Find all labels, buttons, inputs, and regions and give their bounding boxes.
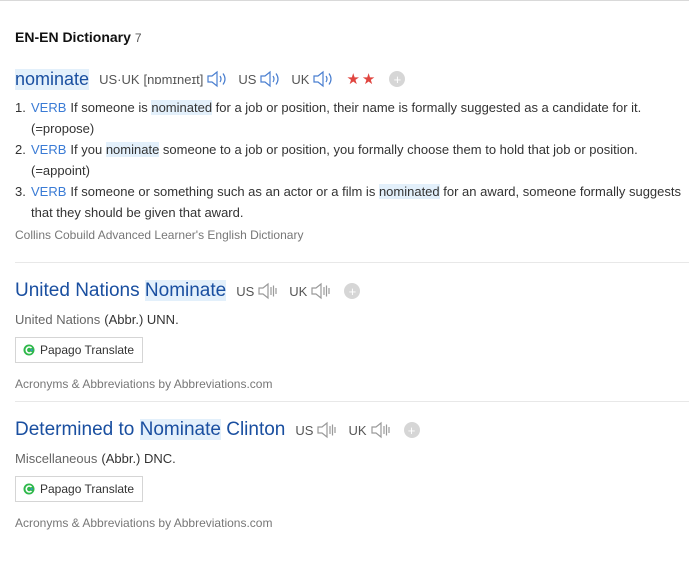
- pos-tag[interactable]: VERB: [31, 142, 66, 157]
- us-speaker-icon[interactable]: [316, 421, 338, 439]
- uk-label: UK: [348, 422, 367, 438]
- abbreviation-text: (Abbr.) DNC.: [101, 451, 176, 466]
- definition-item: 3. VERB If someone or something such as a…: [15, 184, 681, 220]
- divider: [15, 262, 689, 263]
- result-count: 7: [134, 31, 142, 45]
- add-to-wordbook-button[interactable]: +: [403, 422, 420, 438]
- uk-label: UK: [289, 283, 308, 299]
- uk-speaker-icon[interactable]: [370, 421, 392, 439]
- entry-title[interactable]: Determined to Nominate Clinton: [15, 419, 285, 441]
- abbreviation-line: United Nations (Abbr.) UNN.: [15, 312, 689, 327]
- uk-speaker-icon[interactable]: [310, 282, 332, 300]
- us-label: US: [295, 422, 314, 438]
- us-speaker-icon[interactable]: [257, 282, 279, 300]
- divider: [15, 401, 689, 402]
- us-speaker-icon[interactable]: [259, 70, 281, 88]
- definition-list: 1. VERB If someone is nominated for a job…: [15, 97, 689, 223]
- papago-icon: [23, 483, 35, 495]
- uk-label: UK: [291, 71, 310, 87]
- source-attribution: Acronyms & Abbreviations by Abbreviation…: [15, 377, 273, 391]
- pronunciation-label: US·UK: [99, 71, 140, 87]
- entry-determined-to-nominate-clinton: Determined to Nominate Clinton US UK + M…: [15, 417, 689, 530]
- pronunciation-text: [nɒmɪneɪt]: [143, 71, 204, 87]
- highlighted-term: Nominate: [139, 419, 221, 440]
- papago-translate-button[interactable]: Papago Translate: [15, 476, 144, 502]
- uk-speaker-icon[interactable]: [312, 70, 334, 88]
- highlighted-term: nominate: [105, 142, 160, 157]
- speaker-icon[interactable]: [206, 70, 228, 88]
- papago-icon: [23, 344, 35, 356]
- section-title: EN-EN Dictionary 7: [15, 29, 142, 45]
- entry-united-nations-nominate: United Nations Nominate US UK + United N…: [15, 278, 689, 391]
- source-attribution: Acronyms & Abbreviations by Abbreviation…: [15, 516, 273, 530]
- source-attribution: Collins Cobuild Advanced Learner's Engli…: [15, 228, 304, 242]
- entry-nominate: nominate US·UK [nɒmɪneɪt] US UK ★★ + 1. …: [15, 66, 689, 242]
- headword[interactable]: nominate: [15, 68, 90, 90]
- category-label: United Nations: [15, 312, 101, 327]
- category-label: Miscellaneous: [15, 451, 98, 466]
- add-to-wordbook-button[interactable]: +: [389, 71, 406, 87]
- highlighted-term: nominated: [378, 184, 440, 199]
- abbreviation-line: Miscellaneous (Abbr.) DNC.: [15, 451, 689, 466]
- abbreviation-text: (Abbr.) UNN.: [104, 312, 179, 327]
- pos-tag[interactable]: VERB: [31, 100, 66, 115]
- difficulty-stars: ★★: [346, 71, 378, 88]
- highlighted-term: nominated: [151, 100, 213, 115]
- section-title-text: EN-EN Dictionary: [15, 29, 131, 45]
- entry-title[interactable]: United Nations Nominate: [15, 280, 227, 302]
- pos-tag[interactable]: VERB: [31, 184, 66, 199]
- definition-item: 2. VERB If you nominate someone to a job …: [15, 142, 638, 178]
- top-border: [0, 0, 689, 1]
- us-label: US: [238, 71, 257, 87]
- highlighted-term: Nominate: [144, 280, 227, 301]
- add-to-wordbook-button[interactable]: +: [344, 283, 361, 299]
- us-label: US: [236, 283, 255, 299]
- definition-item: 1. VERB If someone is nominated for a job…: [15, 100, 642, 136]
- papago-translate-button[interactable]: Papago Translate: [15, 337, 144, 363]
